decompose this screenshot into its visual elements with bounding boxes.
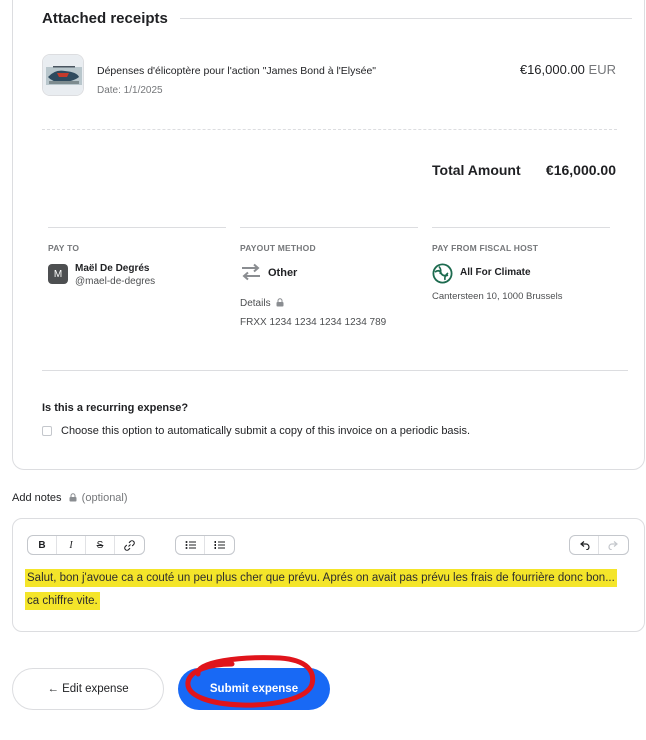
link-button[interactable]: [115, 536, 144, 554]
payee-avatar[interactable]: M: [48, 264, 68, 284]
undo-icon: [579, 540, 590, 550]
payee-name[interactable]: Maël De Degrés: [75, 263, 149, 274]
pay-to-column: PAY TO M Maël De Degrés @mael-de-degres: [48, 227, 226, 287]
list-toolbar: [175, 535, 235, 555]
payout-details-label: Details: [240, 298, 284, 309]
bullet-list-icon: [185, 541, 196, 549]
payee-handle: @mael-de-degres: [75, 276, 156, 287]
notes-editor[interactable]: B I S Salut, bon j'avoue ca a couté un p…: [12, 518, 645, 632]
recurring-divider: [42, 370, 628, 371]
receipts-section-title: Attached receipts: [42, 10, 168, 27]
receipt-amount-value: €16,000.00: [519, 62, 585, 77]
bullet-list-button[interactable]: [176, 536, 205, 554]
recurring-question: Is this a recurring expense?: [42, 402, 189, 414]
helicopter-receipt-image: [43, 55, 83, 95]
fiscal-host-name[interactable]: All For Climate: [460, 267, 531, 278]
expense-summary-card: Attached receipts Dépenses d'élicoptère …: [12, 0, 645, 470]
lock-icon: [276, 298, 284, 307]
total-amount-label: Total Amount: [432, 162, 521, 178]
numbered-list-button[interactable]: [205, 536, 234, 554]
fiscal-host-header: PAY FROM FISCAL HOST: [432, 243, 539, 253]
fiscal-host-address: Cantersteen 10, 1000 Brussels: [432, 291, 563, 302]
all-for-climate-logo-icon[interactable]: [432, 263, 453, 284]
add-notes-text: Add notes: [12, 492, 62, 504]
notes-content[interactable]: Salut, bon j'avoue ca a couté un peu plu…: [25, 567, 625, 613]
redo-button[interactable]: [599, 536, 628, 554]
payout-method-value: Other: [268, 267, 298, 279]
lock-icon: [69, 493, 77, 502]
link-icon: [124, 539, 135, 551]
payout-method-header: PAYOUT METHOD: [240, 243, 316, 253]
total-amount-value: €16,000.00: [545, 162, 616, 178]
receipt-title[interactable]: Dépenses d'élicoptère pour l'action "Jam…: [97, 65, 376, 77]
receipt-currency: EUR: [588, 62, 616, 77]
italic-button[interactable]: I: [57, 536, 86, 554]
add-notes-optional: (optional): [81, 492, 128, 504]
receipt-thumbnail[interactable]: [42, 54, 84, 96]
receipts-section-header: Attached receipts: [42, 10, 632, 27]
redo-icon: [608, 540, 618, 550]
receipt-divider: [42, 129, 617, 130]
text-format-toolbar: B I S: [27, 535, 145, 555]
receipt-date: Date: 1/1/2025: [97, 85, 163, 96]
history-toolbar: [569, 535, 629, 555]
receipt-amount: €16,000.00 EUR: [520, 62, 616, 77]
recurring-checkbox[interactable]: [42, 426, 52, 436]
transfer-arrows-icon: [242, 263, 260, 281]
undo-button[interactable]: [570, 536, 599, 554]
pay-to-header: PAY TO: [48, 243, 80, 253]
fiscal-host-column: PAY FROM FISCAL HOST All For Climate Can…: [432, 227, 610, 302]
payout-details-text: Details: [240, 298, 271, 309]
numbered-list-icon: [214, 541, 225, 549]
bold-button[interactable]: B: [28, 536, 57, 554]
edit-expense-button[interactable]: ← Edit expense: [12, 668, 164, 710]
payout-details-value: FRXX 1234 1234 1234 1234 789: [240, 317, 387, 328]
strikethrough-button[interactable]: S: [86, 536, 115, 554]
add-notes-label: Add notes (optional): [12, 492, 128, 504]
payout-method-column: PAYOUT METHOD Other Details FRXX 1234 12…: [240, 227, 418, 328]
section-divider: [179, 18, 632, 19]
submit-expense-button[interactable]: Submit expense: [178, 668, 330, 710]
recurring-option-label[interactable]: Choose this option to automatically subm…: [61, 425, 470, 437]
notes-highlighted-text: Salut, bon j'avoue ca a couté un peu plu…: [25, 569, 617, 610]
